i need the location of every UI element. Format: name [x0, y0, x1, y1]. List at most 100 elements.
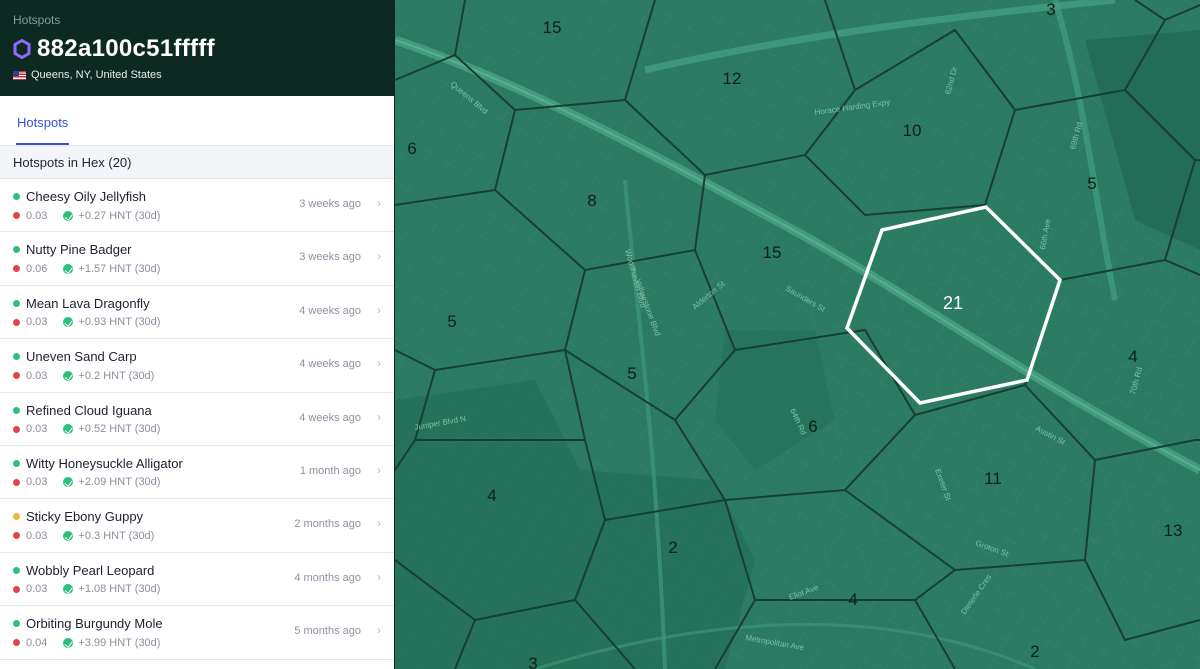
chevron-right-icon: › [377, 249, 381, 264]
rewards-icon [63, 263, 74, 274]
hotspot-stats: 0.03 +0.3 HNT (30d) [13, 528, 381, 543]
map-canvas[interactable]: 153121065815215456114132423 Queens Blvd H… [395, 0, 1200, 669]
hotspot-stats: 0.04 +3.99 HNT (30d) [13, 635, 381, 650]
hotspot-stats: 0.03 +1.08 HNT (30d) [13, 582, 381, 597]
hotspot-row[interactable]: Orbiting Burgundy Mole 0.04 +3.99 HNT (30d… [0, 606, 394, 660]
status-dot-icon [13, 513, 20, 521]
scale-dot-icon [13, 372, 20, 380]
hotspot-row[interactable]: Cheesy Oily Jellyfish 0.03 +0.27 HNT (30d)… [0, 179, 394, 233]
hex-count-label: 10 [903, 121, 922, 140]
hotspots-sidebar: Hotspots 882a100c51fffff Queens, NY, Uni… [0, 0, 395, 669]
chevron-right-icon: › [377, 409, 381, 424]
hotspot-name: Orbiting Burgundy Mole [26, 616, 163, 632]
hex-count-label: 4 [1128, 347, 1137, 366]
page-title: 882a100c51fffff [37, 35, 215, 62]
hotspot-name: Nutty Pine Badger [26, 242, 132, 258]
status-dot-icon [13, 246, 20, 254]
hotspot-name: Wobbly Pearl Leopard [26, 562, 155, 578]
rewards-value: +1.57 HNT (30d) [78, 262, 161, 275]
chevron-right-icon: › [377, 623, 381, 638]
transmit-scale: 0.03 [26, 423, 48, 436]
status-dot-icon [13, 566, 20, 574]
status-dot-icon [13, 459, 20, 467]
hex-count-label: 3 [1046, 0, 1055, 19]
scale-dot-icon [13, 532, 20, 540]
hex-count-label: 8 [587, 191, 596, 210]
added-time: 5 months ago [294, 625, 361, 638]
chevron-right-icon: › [377, 302, 381, 317]
hex-count-label: 2 [1030, 642, 1039, 661]
hex-count-label: 6 [407, 139, 416, 158]
hex-count-label: 5 [447, 312, 456, 331]
transmit-scale: 0.03 [26, 316, 48, 329]
rewards-icon [63, 584, 74, 595]
transmit-scale: 0.06 [26, 262, 48, 275]
location-label: Queens, NY, United States [31, 69, 162, 81]
hotspot-name: Witty Honeysuckle Alligator [26, 455, 183, 471]
hotspot-row[interactable]: Nutty Pine Badger 0.06 +1.57 HNT (30d) 3 we… [0, 232, 394, 286]
added-time: 4 weeks ago [299, 411, 361, 424]
transmit-scale: 0.03 [26, 529, 48, 542]
hotspot-row[interactable]: Uneven Sand Carp 0.03 +0.2 HNT (30d) 4 week… [0, 339, 394, 393]
chevron-right-icon: › [377, 356, 381, 371]
added-time: 3 weeks ago [299, 251, 361, 264]
scale-dot-icon [13, 585, 20, 593]
hotspot-list: Cheesy Oily Jellyfish 0.03 +0.27 HNT (30d)… [0, 179, 394, 660]
rewards-value: +1.08 HNT (30d) [78, 583, 161, 596]
hotspot-stats: 0.03 +2.09 HNT (30d) [13, 475, 381, 490]
hex-count-label: 4 [487, 486, 496, 505]
hex-map[interactable]: 15 3 12 10 6 5 8 15 21 5 4 5 6 11 4 13 2 4 2 3 Queens Blvd H… [395, 0, 1200, 669]
transmit-scale: 0.04 [26, 636, 48, 649]
added-time: 4 weeks ago [299, 358, 361, 371]
rewards-value: +0.93 HNT (30d) [78, 316, 161, 329]
hex-count-label: 21 [943, 293, 963, 313]
hotspot-name: Uneven Sand Carp [26, 349, 137, 365]
sidebar-header: Hotspots 882a100c51fffff Queens, NY, Uni… [0, 0, 394, 96]
us-flag-icon [13, 70, 26, 80]
status-dot-icon [13, 353, 20, 361]
tab-bar: Hotspots [0, 96, 394, 146]
added-time: 1 month ago [299, 464, 361, 477]
added-time: 4 months ago [294, 571, 361, 584]
rewards-value: +2.09 HNT (30d) [78, 476, 161, 489]
scale-dot-icon [13, 318, 20, 326]
hotspot-name: Refined Cloud Iguana [26, 402, 152, 418]
hotspot-stats: 0.03 +0.27 HNT (30d) [13, 208, 381, 223]
hotspot-name: Cheesy Oily Jellyfish [26, 189, 146, 204]
hotspot-row[interactable]: Wobbly Pearl Leopard 0.03 +1.08 HNT (30d) 4… [0, 553, 394, 607]
hex-count-label: 13 [1164, 521, 1183, 540]
scale-dot-icon [13, 212, 20, 219]
tab-hotspots[interactable]: Hotspots [16, 115, 70, 145]
hotspot-name: Sticky Ebony Guppy [26, 509, 144, 525]
hex-count-label: 15 [543, 18, 562, 37]
breadcrumb[interactable]: Hotspots [13, 13, 381, 29]
hotspot-stats: 0.03 +0.52 HNT (30d) [13, 422, 381, 437]
hex-count-label: 12 [723, 69, 742, 88]
hex-count-label: 2 [668, 538, 677, 557]
hex-count-label: 5 [627, 364, 636, 383]
hotspot-stats: 0.06 +1.57 HNT (30d) [13, 261, 381, 276]
hotspot-row[interactable]: Mean Lava Dragonfly 0.03 +0.93 HNT (30d) 4 … [0, 286, 394, 340]
chevron-right-icon: › [377, 462, 381, 477]
hotspot-row[interactable]: Witty Honeysuckle Alligator 0.03 +2.09 HNT… [0, 446, 394, 500]
app-root: Hotspots 882a100c51fffff Queens, NY, Uni… [0, 0, 1200, 669]
chevron-right-icon: › [377, 516, 381, 531]
rewards-value: +3.99 HNT (30d) [78, 636, 161, 649]
added-time: 3 weeks ago [299, 198, 361, 210]
location-row: Queens, NY, United States [13, 69, 381, 81]
rewards-value: +0.2 HNT (30d) [78, 369, 155, 382]
transmit-scale: 0.03 [26, 583, 48, 596]
rewards-icon [63, 637, 74, 648]
hex-count-label: 5 [1087, 174, 1096, 193]
hotspot-row[interactable]: Refined Cloud Iguana 0.03 +0.52 HNT (30d) 4… [0, 393, 394, 446]
scale-dot-icon [13, 425, 20, 433]
rewards-icon [63, 210, 74, 221]
status-dot-icon [13, 620, 20, 628]
hotspot-row[interactable]: Sticky Ebony Guppy 0.03 +0.3 HNT (30d) 2 mo… [0, 499, 394, 553]
hex-count-label: 6 [808, 417, 817, 436]
hex-count-label: 15 [763, 243, 782, 262]
scale-dot-icon [13, 639, 20, 647]
rewards-icon [63, 424, 74, 435]
hex-count-label: 3 [528, 654, 537, 669]
title-row: 882a100c51fffff [13, 34, 381, 64]
